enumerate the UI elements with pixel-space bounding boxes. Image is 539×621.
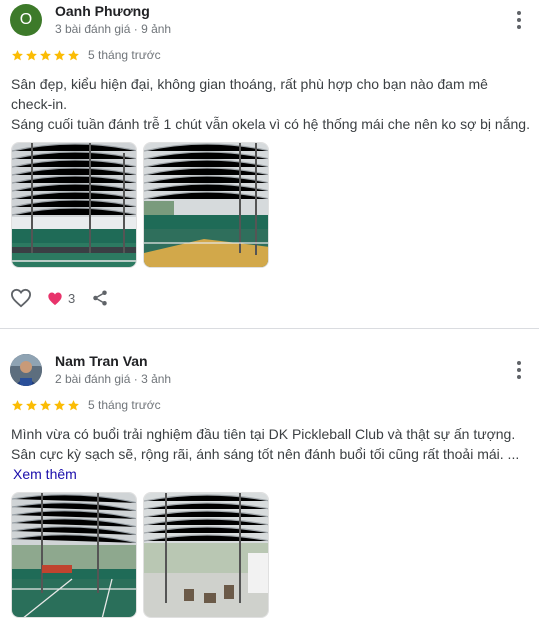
like-count-label: 3 xyxy=(68,290,76,306)
avatar[interactable]: O xyxy=(10,4,42,36)
review-text-line: check-in. xyxy=(11,96,68,112)
reviewer-name[interactable]: Nam Tran Van xyxy=(55,353,148,369)
rating-row: 5 tháng trước xyxy=(11,398,161,412)
star-icon xyxy=(54,399,65,410)
star-icon xyxy=(40,399,51,410)
star-icon xyxy=(68,49,79,60)
heart-filled-icon xyxy=(48,292,62,305)
review-photos xyxy=(11,142,269,268)
rating-row: 5 tháng trước xyxy=(11,48,161,62)
star-icon xyxy=(26,399,37,410)
reviewer-meta: 2 bài đánh giá · 3 ảnh xyxy=(55,372,172,386)
star-icon xyxy=(68,399,79,410)
heart-outline-icon xyxy=(10,288,32,308)
review-text-line: Sân cực kỳ sạch sẽ, rộng rãi, ánh sáng t… xyxy=(11,446,520,462)
review-photo[interactable] xyxy=(11,492,137,618)
more-vert-icon[interactable] xyxy=(511,8,527,32)
review-photos xyxy=(11,492,269,618)
share-icon xyxy=(93,290,107,306)
like-count: 3 xyxy=(47,291,75,306)
review-card: Nam Tran Van 2 bài đánh giá · 3 ảnh 5 th… xyxy=(0,353,539,621)
avatar-letter: O xyxy=(19,11,33,28)
review-photo[interactable] xyxy=(11,142,137,268)
review-text-line: Sáng cuối tuần đánh trễ 1 chút vẫn okela… xyxy=(11,116,530,132)
more-vert-icon[interactable] xyxy=(511,358,527,382)
review-photo[interactable] xyxy=(143,142,269,268)
review-header: O Oanh Phương 3 bài đánh giá · 9 ảnh xyxy=(10,3,529,44)
avatar[interactable] xyxy=(10,354,42,386)
star-icon xyxy=(12,49,23,60)
review-card: O Oanh Phương 3 bài đánh giá · 9 ảnh 5 t… xyxy=(0,3,539,324)
review-photo[interactable] xyxy=(143,492,269,618)
review-actions: 3 xyxy=(10,287,109,309)
star-rating xyxy=(11,49,80,62)
star-icon xyxy=(40,49,51,60)
avatar-photo xyxy=(10,354,42,386)
reviewer-meta: 3 bài đánh giá · 9 ảnh xyxy=(55,22,172,36)
share-button[interactable] xyxy=(91,289,109,307)
review-date: 5 tháng trước xyxy=(88,398,161,412)
star-icon xyxy=(12,399,23,410)
review-text-line: Mình vừa có buổi trải nghiệm đầu tiên tạ… xyxy=(11,426,516,442)
see-more-link[interactable]: Xem thêm xyxy=(13,464,77,484)
star-icon xyxy=(54,49,65,60)
reviewer-name[interactable]: Oanh Phương xyxy=(55,3,150,19)
star-icon xyxy=(26,49,37,60)
review-header: Nam Tran Van 2 bài đánh giá · 3 ảnh xyxy=(10,353,529,394)
review-text-line: Sân đẹp, kiểu hiện đại, không gian thoán… xyxy=(11,76,488,92)
star-rating xyxy=(11,399,80,412)
review-divider xyxy=(0,328,539,329)
review-date: 5 tháng trước xyxy=(88,48,161,62)
review-text: Sân đẹp, kiểu hiện đại, không gian thoán… xyxy=(11,74,533,134)
like-button[interactable] xyxy=(10,287,34,309)
review-text: Mình vừa có buổi trải nghiệm đầu tiên tạ… xyxy=(11,424,533,484)
